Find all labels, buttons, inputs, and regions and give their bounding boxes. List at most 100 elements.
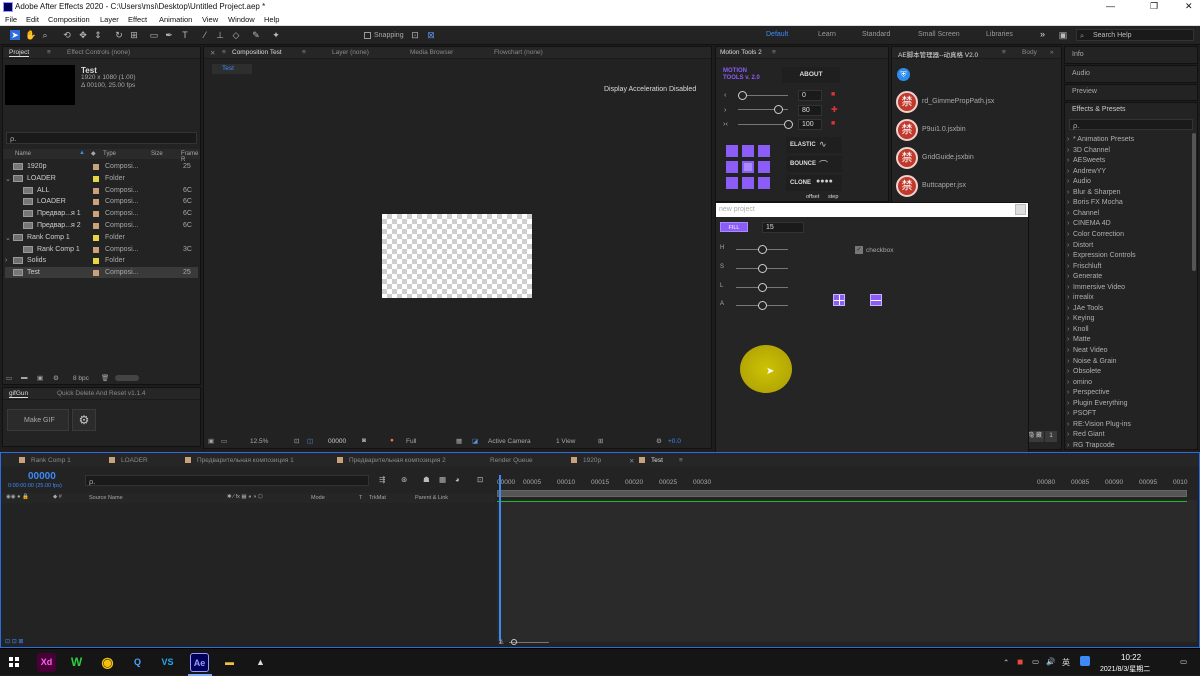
tab-composition-menu-icon[interactable]: ≡ <box>302 49 306 56</box>
timeline-search-input[interactable]: ρ. <box>85 475 369 486</box>
effects-category[interactable]: Boris FX Mocha <box>1067 199 1123 206</box>
timeline-tab-loader[interactable]: LOADER <box>121 457 148 464</box>
twirl-icon[interactable]: › <box>5 257 7 264</box>
current-time-field[interactable]: 00000 <box>328 438 346 445</box>
monitor-icon[interactable]: ▭ <box>221 437 227 445</box>
script-item[interactable]: 禁 GridGuide.jsxbin <box>894 145 1054 171</box>
lightness-slider-knob[interactable] <box>758 283 767 292</box>
col-source-name[interactable]: Source Name <box>89 495 123 501</box>
offset-label[interactable]: offset <box>806 194 819 200</box>
effects-category[interactable]: Keying <box>1067 315 1095 322</box>
mask-rect-tool-icon[interactable]: ▭ <box>149 30 159 40</box>
selection-tool-icon[interactable]: ➤ <box>10 30 20 40</box>
effects-search-input[interactable]: ρ. <box>1069 119 1193 130</box>
timeline-tab-close-icon[interactable]: ✕ <box>629 457 634 465</box>
label-swatch[interactable] <box>93 258 99 265</box>
brush-tool-icon[interactable]: ⁄ <box>200 30 210 40</box>
effects-title[interactable]: Effects & Presets <box>1072 106 1126 113</box>
qq-tray-icon[interactable] <box>1080 656 1090 666</box>
effects-category[interactable]: PSOFT <box>1067 410 1096 417</box>
snap-option2-icon[interactable]: ⊠ <box>426 30 436 40</box>
effects-category[interactable]: Knoll <box>1067 326 1088 333</box>
effects-category[interactable]: Plugin Everything <box>1067 400 1128 407</box>
anchor-tr-button[interactable] <box>758 145 770 157</box>
hue-slider-knob[interactable] <box>758 245 767 254</box>
fill-button[interactable]: FILL <box>720 222 748 232</box>
shy-icon[interactable]: ☗ <box>423 475 430 484</box>
bounce-button[interactable]: BOUNCE ⌒ <box>786 156 842 172</box>
menu-effect[interactable]: Effect <box>128 15 147 24</box>
project-row[interactable]: Test Composi... 25 <box>5 267 198 279</box>
notification-icon[interactable]: ▭ <box>1180 657 1187 666</box>
comp-close-icon[interactable]: ✕ <box>210 49 215 57</box>
effects-category[interactable]: Generate <box>1067 273 1102 280</box>
hand-tool-icon[interactable]: ✋ <box>25 30 36 40</box>
effects-category[interactable]: Matte <box>1067 336 1090 343</box>
about-button[interactable]: ABOUT <box>782 67 840 83</box>
label-swatch[interactable] <box>93 175 99 182</box>
anchor-mr-button[interactable] <box>758 161 770 173</box>
timeline-tab-rank-comp[interactable]: Rank Comp 1 <box>31 457 71 464</box>
effects-category[interactable]: Color Correction <box>1067 231 1124 238</box>
col-t[interactable]: T <box>359 495 362 501</box>
effects-category[interactable]: omino <box>1067 379 1092 386</box>
project-row[interactable]: › Solids Folder <box>5 255 198 266</box>
effects-category[interactable]: Neat Video <box>1067 347 1107 354</box>
project-row[interactable]: LOADER Composi... 6C <box>5 196 198 207</box>
workspace-standard[interactable]: Standard <box>862 31 890 38</box>
region-icon[interactable]: ◫ <box>307 437 313 445</box>
after-effects-app-icon[interactable]: Ae <box>190 653 209 672</box>
label-swatch[interactable] <box>93 211 99 218</box>
preview-title[interactable]: Preview <box>1072 88 1097 95</box>
menu-file[interactable]: File <box>5 15 17 24</box>
sync-icon[interactable]: ▣ <box>1058 30 1068 40</box>
tab-flowchart[interactable]: Flowchart (none) <box>494 49 543 56</box>
saturation-slider-knob[interactable] <box>758 264 767 273</box>
page-button[interactable]: 1 <box>1045 431 1057 442</box>
tab-overflow-icon[interactable]: » <box>1050 49 1054 56</box>
effects-category[interactable]: Obsolete <box>1067 368 1101 375</box>
minimize-button[interactable]: — <box>1106 1 1115 11</box>
rotate-tool-icon[interactable]: ↻ <box>114 30 124 40</box>
zoom-tool-icon[interactable]: ⌕ <box>40 30 50 40</box>
workspace-default[interactable]: Default <box>766 31 788 38</box>
toggle-switches-icon[interactable]: ⊡ ⊡ ⊠ <box>5 638 23 645</box>
col-type[interactable]: Type <box>103 151 116 157</box>
script-item[interactable]: 禁 rd_GimmePropPath.jsx <box>894 89 1054 115</box>
eraser-tool-icon[interactable]: ◇ <box>231 30 241 40</box>
effects-category[interactable]: Noise & Grain <box>1067 358 1117 365</box>
clock-date[interactable]: 2021/8/3/星期二 <box>1100 664 1150 674</box>
snap-option-icon[interactable]: ⊡ <box>410 30 420 40</box>
label-swatch[interactable] <box>93 199 99 206</box>
tab-ae-manager[interactable]: AE脚本管理器--动真格 V2.0 <box>898 49 978 59</box>
audio-title[interactable]: Audio <box>1072 70 1090 77</box>
orbit-tool-icon[interactable]: ⟲ <box>62 30 72 40</box>
project-row[interactable]: Предвар...я 1 Composi... 6C <box>5 208 198 219</box>
text-tool-icon[interactable]: T <box>180 30 190 40</box>
timeline-menu-icon[interactable]: ≡ <box>679 457 683 464</box>
tab-media-browser[interactable]: Media Browser <box>410 49 453 56</box>
project-scrollbar[interactable] <box>115 375 139 381</box>
effects-scrollbar[interactable] <box>1192 133 1196 271</box>
pan-tool-icon[interactable]: ✥ <box>78 30 88 40</box>
effects-category[interactable]: RG Trapcode <box>1067 442 1115 448</box>
menu-layer[interactable]: Layer <box>100 15 119 24</box>
project-settings-icon[interactable]: ⚙ <box>53 374 59 382</box>
effects-category[interactable]: AESweets <box>1067 157 1105 164</box>
pen-tool-icon[interactable]: ✒ <box>164 30 174 40</box>
project-row[interactable]: Rank Comp 1 Composi... 3C <box>5 244 198 255</box>
search-app-icon[interactable]: Q <box>128 653 147 672</box>
always-preview-icon[interactable]: ▣ <box>208 437 214 445</box>
effects-category[interactable]: Blur & Sharpen <box>1067 189 1121 196</box>
clock-time[interactable]: 10:22 <box>1121 653 1141 662</box>
view-layout-select[interactable]: 1 View <box>556 438 575 445</box>
snapping-checkbox[interactable] <box>364 32 371 39</box>
effects-category[interactable]: 3D Channel <box>1067 147 1110 154</box>
new-project-titlebar[interactable]: new project <box>716 203 1028 217</box>
workspace-small-screen[interactable]: Small Screen <box>918 31 960 38</box>
workspace-overflow-button[interactable]: » <box>1040 29 1045 39</box>
motion-tools-menu-icon[interactable]: ≡ <box>772 49 776 56</box>
ease-in-value[interactable]: 0 <box>798 90 822 101</box>
col-name[interactable]: Name <box>15 151 31 157</box>
script-item[interactable]: 禁 Buttcapper.jsx <box>894 173 1054 199</box>
